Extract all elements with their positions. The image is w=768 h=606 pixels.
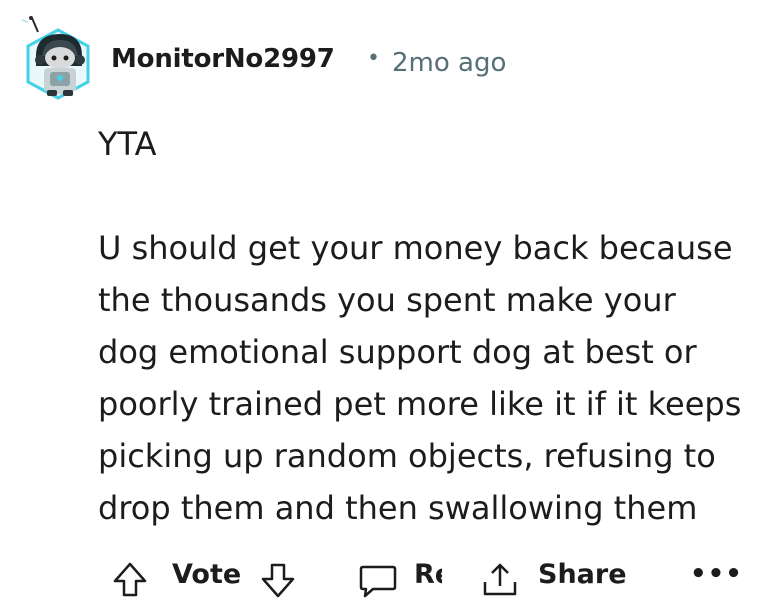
comment-body-line: poorly trained pet more like it if it ke… [98,385,742,423]
arrow-down-icon [258,560,298,600]
share-button[interactable] [480,554,520,606]
snoo-avatar-icon[interactable] [20,16,96,102]
meta-separator: • [367,46,380,71]
comment-body-line: dog emotional support dog at best or [98,333,697,371]
reply-button[interactable] [357,554,399,606]
comment-body-line: picking up random objects, refusing to [98,437,716,475]
comment-body-line: U should get your money back because [98,229,733,267]
downvote-button[interactable] [258,554,298,606]
more-options-button[interactable]: ••• [690,554,743,594]
more-options-icon: ••• [690,559,743,589]
reply-label[interactable]: Reply [414,554,442,594]
comment-body: YTA U should get your money back because… [98,118,763,534]
comment-body-line: YTA [98,125,157,163]
comment-action-bar: Vote Reply [0,548,768,600]
arrow-up-icon [110,560,150,600]
comment-bubble-icon [357,560,399,600]
share-label[interactable]: Share [538,554,627,594]
upvote-button[interactable] [110,554,150,606]
share-icon [480,560,520,600]
comment-body-line: drop them and then swallowing them [98,489,698,527]
comment-body-line: the thousands you spent make your [98,281,676,319]
comment-timestamp[interactable]: 2mo ago [392,48,506,78]
vote-label: Vote [172,558,242,590]
comment-author[interactable]: MonitorNo2997 [111,44,335,74]
